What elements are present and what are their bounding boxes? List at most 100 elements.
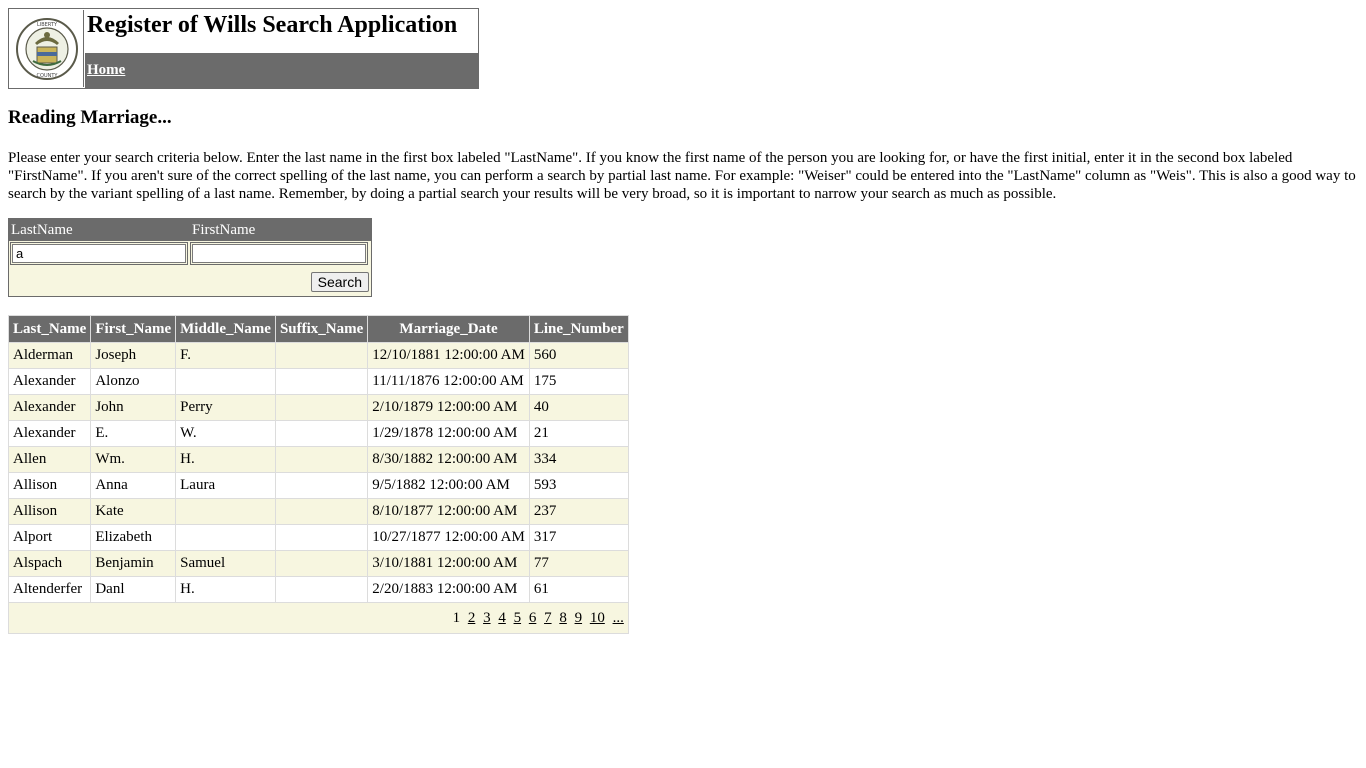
pager-row: 1 2 3 4 5 6 7 8 9 10 ... (8, 602, 629, 634)
cell-suffix-name (274, 420, 369, 447)
firstname-label: FirstName (192, 222, 256, 238)
cell-suffix-name (274, 394, 369, 421)
cell-suffix-name (274, 524, 369, 551)
table-row: Alspach Benjamin Samuel 3/10/1881 12:00:… (7, 550, 629, 577)
search-button[interactable]: Search (310, 272, 369, 292)
cell-middle-name: Perry (175, 394, 276, 421)
cell-line-number: 560 (528, 342, 629, 369)
svg-text:COUNTY: COUNTY (36, 73, 58, 79)
cell-suffix-name (274, 472, 369, 499)
cell-marriage-date: 8/30/1882 12:00:00 AM (367, 446, 530, 473)
cell-first-name: Kate (90, 498, 177, 525)
cell-middle-name (175, 498, 276, 525)
cell-marriage-date: 2/20/1883 12:00:00 AM (367, 576, 530, 603)
cell-last-name: Alexander (7, 420, 92, 447)
home-link[interactable]: Home (87, 62, 125, 79)
page-link-more[interactable]: ... (613, 610, 624, 626)
page-link[interactable]: 2 (468, 610, 476, 626)
cell-suffix-name (274, 342, 369, 369)
cell-line-number: 21 (528, 420, 629, 447)
lastname-input[interactable] (10, 242, 188, 265)
cell-last-name: Alderman (7, 342, 92, 369)
search-instructions: Please enter your search criteria below.… (8, 150, 1356, 202)
cell-last-name: Alexander (7, 394, 92, 421)
cell-middle-name: Samuel (175, 550, 276, 577)
cell-first-name: E. (90, 420, 177, 447)
column-header-middle-name[interactable]: Middle_Name (175, 315, 276, 343)
pagination: 1 2 3 4 5 6 7 8 9 10 ... (8, 602, 629, 634)
app-header: LIBERTY COUNTY Register of Wills Search … (8, 8, 479, 89)
cell-line-number: 334 (528, 446, 629, 473)
cell-marriage-date: 8/10/1877 12:00:00 AM (367, 498, 530, 525)
table-row: Allison Anna Laura 9/5/1882 12:00:00 AM … (7, 472, 629, 499)
cell-suffix-name (274, 368, 369, 395)
cell-last-name: Altenderfer (7, 576, 92, 603)
search-form-header: LastName FirstName (9, 219, 371, 241)
cell-first-name: Danl (90, 576, 177, 603)
cell-middle-name: Laura (175, 472, 276, 499)
cell-line-number: 237 (528, 498, 629, 525)
cell-middle-name: F. (175, 342, 276, 369)
cell-marriage-date: 9/5/1882 12:00:00 AM (367, 472, 530, 499)
nav-bar: Home (85, 53, 478, 88)
cell-first-name: Joseph (90, 342, 177, 369)
cell-first-name: Elizabeth (90, 524, 177, 551)
table-row: Alport Elizabeth 10/27/1877 12:00:00 AM … (7, 524, 629, 551)
cell-last-name: Allison (7, 472, 92, 499)
cell-line-number: 593 (528, 472, 629, 499)
page-link[interactable]: 3 (483, 610, 491, 626)
column-header-last-name[interactable]: Last_Name (7, 315, 92, 343)
page-current: 1 (452, 609, 461, 626)
column-header-suffix-name[interactable]: Suffix_Name (274, 315, 369, 343)
page-link[interactable]: 8 (559, 610, 567, 626)
table-row: Alexander E. W. 1/29/1878 12:00:00 AM 21 (7, 420, 629, 447)
cell-suffix-name (274, 576, 369, 603)
results-table: Last_Name First_Name Middle_Name Suffix_… (7, 315, 629, 634)
firstname-input[interactable] (190, 242, 368, 265)
cell-middle-name: H. (175, 576, 276, 603)
table-row: Alexander Alonzo 11/11/1876 12:00:00 AM … (7, 368, 629, 395)
svg-text:LIBERTY: LIBERTY (36, 22, 57, 28)
page-link[interactable]: 9 (575, 610, 583, 626)
cell-middle-name: H. (175, 446, 276, 473)
cell-first-name: Benjamin (90, 550, 177, 577)
app-title: Register of Wills Search Application (87, 12, 458, 38)
table-row: Allison Kate 8/10/1877 12:00:00 AM 237 (7, 498, 629, 525)
search-form: LastName FirstName Search (8, 218, 372, 297)
cell-marriage-date: 1/29/1878 12:00:00 AM (367, 420, 530, 447)
lastname-label: LastName (11, 222, 73, 238)
page-link[interactable]: 4 (498, 610, 506, 626)
cell-last-name: Allison (7, 498, 92, 525)
table-row: Alderman Joseph F. 12/10/1881 12:00:00 A… (7, 342, 629, 369)
column-header-line-number[interactable]: Line_Number (528, 315, 629, 343)
cell-suffix-name (274, 498, 369, 525)
cell-line-number: 77 (528, 550, 629, 577)
page-link[interactable]: 5 (514, 610, 522, 626)
page-heading: Reading Marriage... (8, 107, 172, 128)
cell-line-number: 61 (528, 576, 629, 603)
results-header-row: Last_Name First_Name Middle_Name Suffix_… (7, 315, 629, 343)
cell-middle-name: W. (175, 420, 276, 447)
cell-first-name: Alonzo (90, 368, 177, 395)
cell-last-name: Alexander (7, 368, 92, 395)
cell-marriage-date: 12/10/1881 12:00:00 AM (367, 342, 530, 369)
cell-first-name: John (90, 394, 177, 421)
cell-suffix-name (274, 550, 369, 577)
page-link[interactable]: 10 (590, 610, 605, 626)
page-link[interactable]: 6 (529, 610, 537, 626)
column-header-marriage-date[interactable]: Marriage_Date (367, 315, 530, 343)
cell-marriage-date: 2/10/1879 12:00:00 AM (367, 394, 530, 421)
column-header-first-name[interactable]: First_Name (90, 315, 177, 343)
cell-last-name: Alspach (7, 550, 92, 577)
cell-marriage-date: 3/10/1881 12:00:00 AM (367, 550, 530, 577)
county-seal-logo: LIBERTY COUNTY (10, 10, 84, 87)
cell-line-number: 175 (528, 368, 629, 395)
cell-first-name: Wm. (90, 446, 177, 473)
table-row: Allen Wm. H. 8/30/1882 12:00:00 AM 334 (7, 446, 629, 473)
cell-suffix-name (274, 446, 369, 473)
cell-first-name: Anna (90, 472, 177, 499)
table-row: Altenderfer Danl H. 2/20/1883 12:00:00 A… (7, 576, 629, 603)
cell-line-number: 40 (528, 394, 629, 421)
page-link[interactable]: 7 (544, 610, 552, 626)
cell-last-name: Alport (7, 524, 92, 551)
